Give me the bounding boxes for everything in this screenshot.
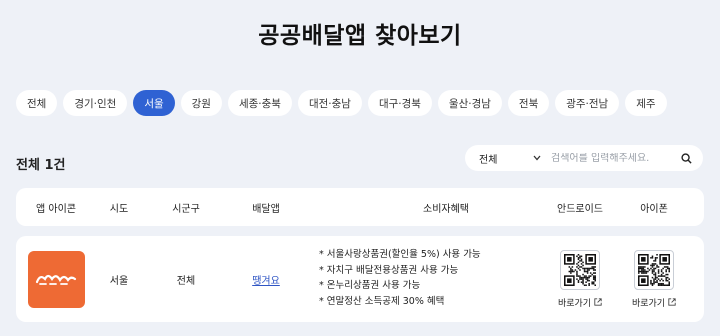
app-logo xyxy=(27,250,85,308)
header-province: 시도 xyxy=(109,203,129,215)
iphone-cell: 바로가기 xyxy=(622,236,686,322)
result-count: 전체 1건 xyxy=(16,158,66,173)
chevron-down-icon xyxy=(533,154,541,163)
iphone-qr-code xyxy=(634,249,674,290)
tab-region-jeju[interactable]: 제주 xyxy=(625,90,667,116)
app-icon-cell xyxy=(26,236,86,322)
tab-region-jeonbuk[interactable]: 전북 xyxy=(507,90,550,116)
province-value: 서울 xyxy=(109,275,129,287)
external-link-icon xyxy=(594,298,602,306)
benefits-cell: * 서울사랑상품권(할인율 5%) 사용 가능 * 자치구 배달전용상품권 사용… xyxy=(319,236,539,322)
tab-region-daejeon-chungnam[interactable]: 대전·충남 xyxy=(297,90,362,116)
table-header: 앱 아이콘 시도 시군구 배달앱 소비자혜택 안드로이드 아이폰 xyxy=(16,188,704,226)
search-scope-value: 전체 xyxy=(479,154,498,166)
search-bar: 전체 xyxy=(465,145,703,171)
header-district: 시군구 xyxy=(172,203,200,215)
app-name-link[interactable]: 땡겨요 xyxy=(252,272,280,287)
benefit-item: * 연말정산 소득공제 30% 혜택 xyxy=(319,295,445,307)
district-value: 전체 xyxy=(176,275,196,287)
delivery-app-cell: 땡겨요 xyxy=(236,236,296,322)
header-benefits: 소비자혜택 xyxy=(423,203,469,215)
tab-region-daegu-gyeongbuk[interactable]: 대구·경북 xyxy=(367,90,432,116)
android-cell: 바로가기 xyxy=(548,236,612,322)
header-android: 안드로이드 xyxy=(557,203,603,215)
benefit-item: * 서울사랑상품권(할인율 5%) 사용 가능 xyxy=(319,249,481,260)
search-input[interactable] xyxy=(551,152,679,164)
tab-region-sejong-chungbuk[interactable]: 세종·충북 xyxy=(227,90,292,116)
tab-region-ulsan-gyeongnam[interactable]: 울산·경남 xyxy=(437,90,502,116)
tab-region-gangwon[interactable]: 강원 xyxy=(180,90,222,116)
header-delivery-app: 배달앱 xyxy=(252,203,280,215)
tab-region-gyeonggi-incheon[interactable]: 경기·인천 xyxy=(63,90,128,116)
tab-region-gwangju-jeonnam[interactable]: 광주·전남 xyxy=(555,90,620,116)
iphone-go-link[interactable]: 바로가기 xyxy=(632,296,676,309)
table-row: 서울 전체 땡겨요 * 서울사랑상품권(할인율 5%) 사용 가능 * 자치구 … xyxy=(16,236,704,322)
android-qr-code xyxy=(560,249,600,290)
android-go-link[interactable]: 바로가기 xyxy=(558,296,602,309)
tab-region-seoul[interactable]: 서울 xyxy=(133,90,175,116)
benefit-item: * 자치구 배달전용상품권 사용 가능 xyxy=(319,264,459,276)
header-app-icon: 앱 아이콘 xyxy=(36,203,76,215)
header-iphone: 아이폰 xyxy=(640,203,668,215)
page-title: 공공배달앱 찾아보기 xyxy=(258,23,462,49)
region-filter-tabs: 전체 경기·인천 서울 강원 세종·충북 대전·충남 대구·경북 울산·경남 전… xyxy=(16,90,667,116)
benefit-item: * 온누리상품권 사용 가능 xyxy=(319,280,421,291)
tab-region-all[interactable]: 전체 xyxy=(16,90,58,116)
android-go-label: 바로가기 xyxy=(557,298,592,309)
benefits-list: * 서울사랑상품권(할인율 5%) 사용 가능 * 자치구 배달전용상품권 사용… xyxy=(319,247,539,309)
search-icon[interactable] xyxy=(679,151,693,165)
external-link-icon xyxy=(668,298,676,306)
search-scope-select[interactable]: 전체 xyxy=(479,151,541,166)
iphone-go-label: 바로가기 xyxy=(631,298,666,309)
